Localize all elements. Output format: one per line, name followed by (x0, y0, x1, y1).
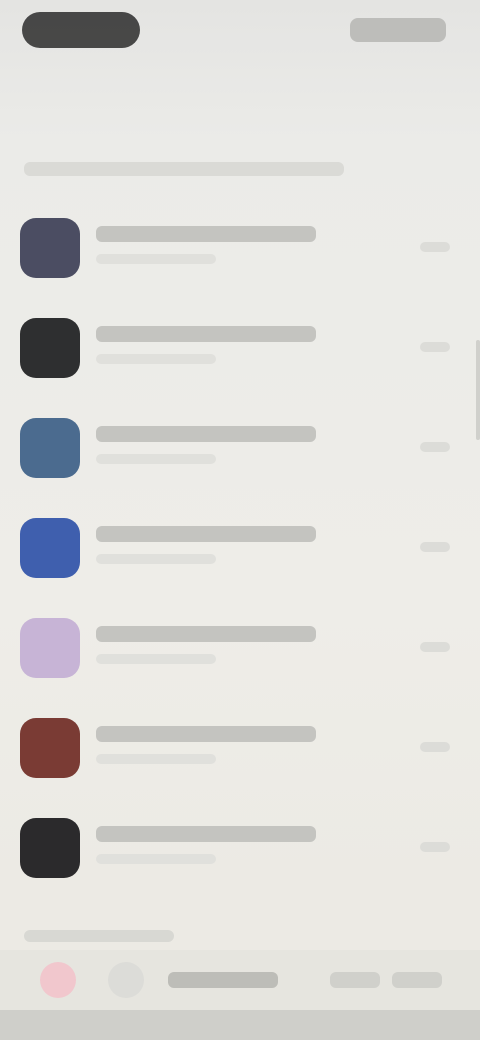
list-item-title (96, 326, 316, 342)
app-list (0, 200, 480, 900)
list-item-meta (420, 242, 450, 252)
app-icon (20, 618, 80, 678)
bottom-bar (0, 950, 480, 1010)
app-icon (20, 218, 80, 278)
list-item[interactable] (0, 800, 480, 900)
bottom-bar-item[interactable] (330, 972, 380, 988)
scroll-indicator[interactable] (476, 340, 480, 440)
list-item-subtitle (96, 354, 216, 364)
app-icon (20, 418, 80, 478)
list-item[interactable] (0, 300, 480, 400)
list-item-title (96, 526, 316, 542)
list-item-meta (420, 442, 450, 452)
list-item-meta (420, 542, 450, 552)
list-item[interactable] (0, 600, 480, 700)
list-item-subtitle (96, 454, 216, 464)
status-bar (0, 0, 480, 60)
bottom-bar-label[interactable] (168, 972, 278, 988)
dynamic-island (22, 12, 140, 48)
list-item-subtitle (96, 254, 216, 264)
home-indicator-area (0, 1010, 480, 1040)
pink-app-icon[interactable] (40, 962, 76, 998)
list-item-subtitle (96, 654, 216, 664)
bottom-bar-item[interactable] (392, 972, 442, 988)
screen (0, 0, 480, 1040)
footer-note (24, 930, 174, 942)
list-item[interactable] (0, 400, 480, 500)
section-subtitle (24, 162, 344, 176)
list-item-meta (420, 842, 450, 852)
list-item-title (96, 226, 316, 242)
list-item[interactable] (0, 700, 480, 800)
list-item-subtitle (96, 754, 216, 764)
list-item[interactable] (0, 500, 480, 600)
list-item-title (96, 826, 316, 842)
list-item-title (96, 626, 316, 642)
grid-app-icon[interactable] (108, 962, 144, 998)
list-item-subtitle (96, 854, 216, 864)
list-item-meta (420, 342, 450, 352)
list-item-subtitle (96, 554, 216, 564)
app-icon (20, 818, 80, 878)
list-item-meta (420, 742, 450, 752)
list-item-title (96, 726, 316, 742)
list-item[interactable] (0, 200, 480, 300)
list-item-title (96, 426, 316, 442)
app-icon (20, 318, 80, 378)
list-item-meta (420, 642, 450, 652)
app-icon (20, 518, 80, 578)
app-icon (20, 718, 80, 778)
status-indicators (350, 18, 446, 42)
